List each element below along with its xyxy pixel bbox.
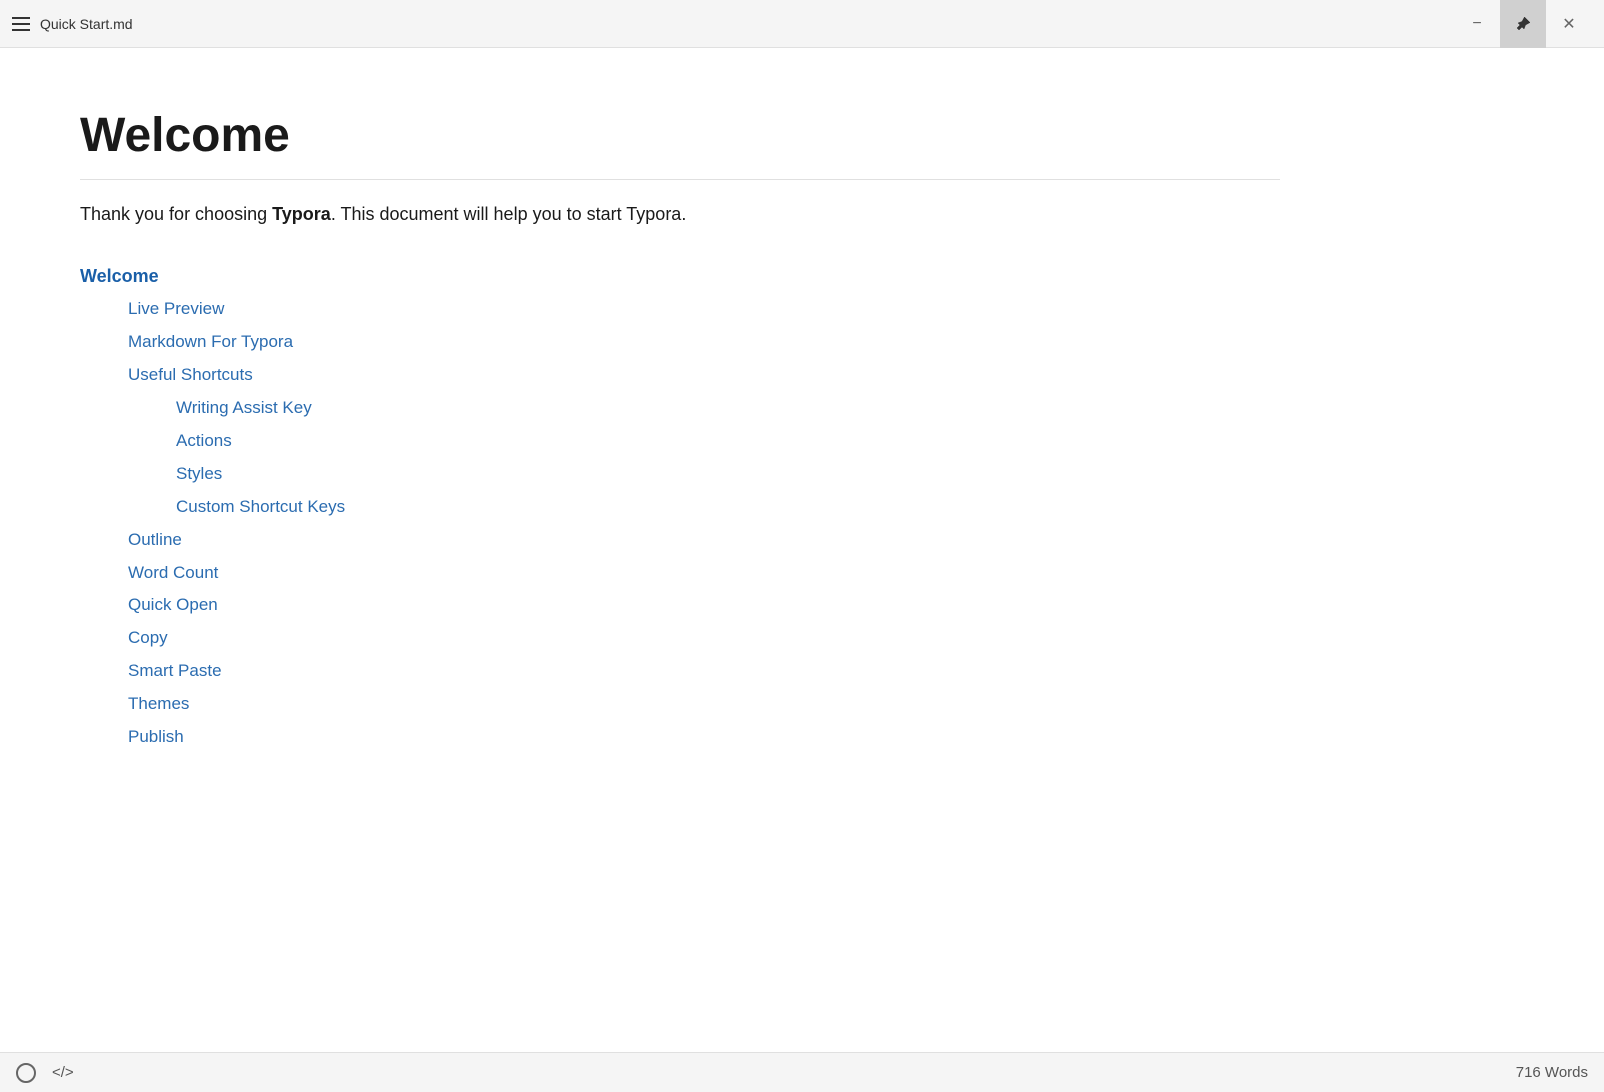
toc-item: Welcome [80,261,1280,292]
toc-item: Markdown For Typora [80,328,1280,357]
toc-item: Quick Open [80,591,1280,620]
close-button[interactable]: ✕ [1546,0,1592,48]
status-bar: </> 716 Words [0,1052,1604,1092]
word-count-status: 716 Words [1516,1064,1588,1081]
toc-link-word-count[interactable]: Word Count [128,563,218,582]
toc-link-quick-open[interactable]: Quick Open [128,595,218,614]
toc-item: Writing Assist Key [80,394,1280,423]
title-bar: Quick Start.md − ✕ [0,0,1604,48]
toc-item: Themes [80,690,1280,719]
main-content: Welcome Thank you for choosing Typora. T… [0,48,1604,1052]
intro-prefix: Thank you for choosing [80,204,272,224]
toc-item: Publish [80,723,1280,752]
title-bar-left: Quick Start.md [12,16,133,32]
toc-item: Copy [80,624,1280,653]
toc-item: Custom Shortcut Keys [80,493,1280,522]
toc-link-welcome[interactable]: Welcome [80,266,159,286]
intro-paragraph: Thank you for choosing Typora. This docu… [80,200,1280,229]
toc-item: Actions [80,427,1280,456]
content-wrapper: Welcome Thank you for choosing Typora. T… [80,108,1280,752]
toc-link-markdown-for-typora[interactable]: Markdown For Typora [128,332,293,351]
toc-item: Styles [80,460,1280,489]
toc-link-themes[interactable]: Themes [128,694,189,713]
toc-link-actions[interactable]: Actions [176,431,232,450]
window-title: Quick Start.md [40,16,133,32]
code-view-toggle[interactable]: </> [52,1064,74,1081]
status-circle-icon[interactable] [16,1063,36,1083]
minimize-button[interactable]: − [1454,0,1500,48]
toc-item: Outline [80,526,1280,555]
pin-button[interactable] [1500,0,1546,48]
brand-name: Typora [272,204,331,224]
toc-link-custom-shortcut-keys[interactable]: Custom Shortcut Keys [176,497,345,516]
menu-icon[interactable] [12,17,30,31]
toc-link-writing-assist-key[interactable]: Writing Assist Key [176,398,312,417]
toc-link-outline[interactable]: Outline [128,530,182,549]
toc-link-styles[interactable]: Styles [176,464,222,483]
toc-item: Smart Paste [80,657,1280,686]
toc-link-useful-shortcuts[interactable]: Useful Shortcuts [128,365,253,384]
toc-link-live-preview[interactable]: Live Preview [128,299,224,318]
document-title: Welcome [80,108,1280,180]
toc-item: Useful Shortcuts [80,361,1280,390]
editor-area[interactable]: Welcome Thank you for choosing Typora. T… [0,48,1604,1052]
table-of-contents: Welcome Live Preview Markdown For Typora Us… [80,261,1280,752]
toc-item: Live Preview [80,295,1280,324]
toc-item: Word Count [80,559,1280,588]
toc-link-publish[interactable]: Publish [128,727,184,746]
title-bar-controls: − ✕ [1454,0,1592,48]
status-bar-left: </> [16,1063,74,1083]
toc-link-copy[interactable]: Copy [128,628,168,647]
intro-suffix: . This document will help you to start T… [331,204,687,224]
toc-link-smart-paste[interactable]: Smart Paste [128,661,222,680]
